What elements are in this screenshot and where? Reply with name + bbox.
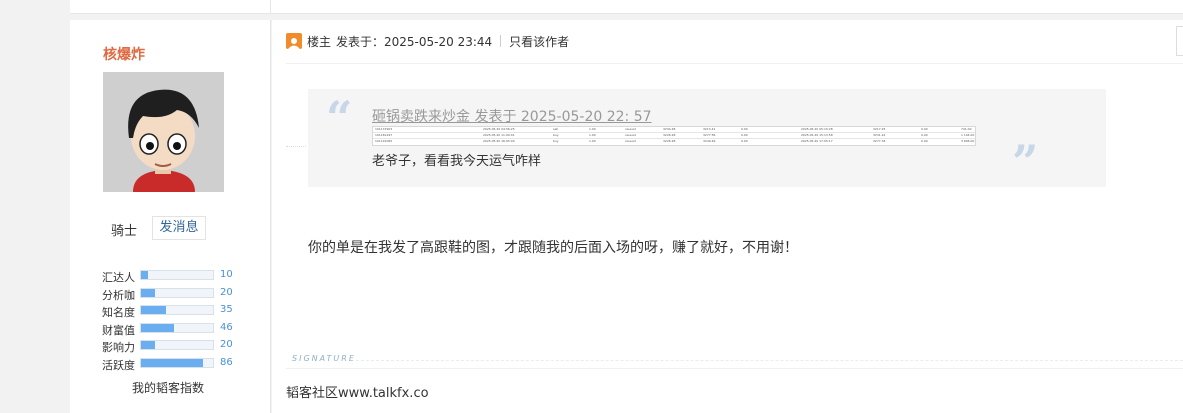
table-row: 101191065 2025.05.20 16:05:00 buy 1.00 xauus… xyxy=(373,139,975,145)
table-cell: sell xyxy=(553,127,559,131)
author-username[interactable]: 核爆炸 xyxy=(103,44,145,64)
table-cell: 3226.28 xyxy=(663,139,676,143)
quote-source-link[interactable]: 砸锅卖跌来炒金 发表于 2025-05-20 22: 57 xyxy=(372,106,652,126)
user-stats: 汇达人 10 分析咖 20 知名度 35 财富值 46 影响力 20 活跃度 86 xyxy=(102,267,272,373)
forum-post-page: 核爆炸 骑士 发消息 汇达人 10 分析咖 20 知名度 35 财富值 46 影响力 20 xyxy=(0,0,1183,413)
stat-label: 分析咖 xyxy=(102,288,135,302)
send-message-button[interactable]: 发消息 xyxy=(152,216,206,240)
stat-row: 财富值 46 xyxy=(102,320,272,338)
stat-bar xyxy=(140,322,214,333)
post-role: 楼主 xyxy=(307,34,332,49)
table-cell: 0.00 xyxy=(741,139,748,143)
blog-index-link[interactable]: 我的韬客指数 xyxy=(132,379,204,396)
quote-text: 老爷子，看看我今天运气咋样 xyxy=(372,154,542,169)
stat-label: 财富值 xyxy=(102,323,135,337)
post-side-button[interactable] xyxy=(1176,26,1183,56)
author-sidebar: 核爆炸 骑士 发消息 汇达人 10 分析咖 20 知名度 35 财富值 46 影响力 20 xyxy=(70,20,271,413)
table-cell: 3231.22 xyxy=(873,133,886,137)
stat-bar xyxy=(140,340,214,351)
stat-row: 知名度 35 xyxy=(102,302,272,320)
stat-row: 活跃度 86 xyxy=(102,355,272,373)
table-cell: 2025.05.20 17:05:17 xyxy=(801,139,833,143)
table-cell: 0.00 xyxy=(921,133,928,137)
post-content: 楼主 发表于：2025-05-20 23:44 只看该作者 “ ” 砸锅卖跌来炒… xyxy=(272,20,1183,413)
stat-label: 影响力 xyxy=(102,341,135,355)
stat-bar-fill xyxy=(141,288,156,297)
table-cell: 2025.05.20 04:56:25 xyxy=(483,127,515,131)
table-cell: 0.00 xyxy=(741,127,748,131)
divider xyxy=(286,63,1183,64)
divider xyxy=(286,368,1183,369)
stat-bar xyxy=(140,357,214,368)
stat-bar-fill xyxy=(141,271,149,279)
table-cell: 101181297 xyxy=(375,133,393,137)
table-cell: 2025.05.20 15:13:58 xyxy=(801,133,833,137)
stat-bar xyxy=(140,270,214,280)
stat-value: 46 xyxy=(220,321,233,333)
stat-label: 汇达人 xyxy=(102,271,135,284)
table-cell: 2025.05.20 16:05:00 xyxy=(483,139,515,143)
table-cell: 3277.56 xyxy=(703,133,716,137)
stat-bar-fill xyxy=(141,358,203,367)
stat-value: 10 xyxy=(220,269,233,280)
user-rank: 骑士 xyxy=(111,224,138,239)
divider xyxy=(356,360,1183,361)
table-cell: 741.00 xyxy=(961,127,972,131)
table-cell: 101172903 xyxy=(375,127,393,131)
table-cell: 2025.05.20 05:10:28 xyxy=(801,127,833,131)
stat-bar-fill xyxy=(141,306,167,315)
divider xyxy=(270,0,271,14)
quoted-trade-table: 101172903 2025.05.20 04:56:25 sell 1.00 xauu… xyxy=(372,126,976,146)
post-timestamp: 发表于：2025-05-20 23:44 xyxy=(336,34,493,49)
previous-post-bottom xyxy=(70,0,1183,14)
divider xyxy=(500,35,502,47)
close-quote-icon: ” xyxy=(1012,135,1039,189)
table-cell: buy xyxy=(553,133,559,137)
stat-value: 35 xyxy=(220,304,233,316)
open-quote-icon: “ xyxy=(326,91,353,145)
table-cell: 1.00 xyxy=(589,127,596,131)
post-header: 楼主 发表于：2025-05-20 23:44 只看该作者 xyxy=(286,32,569,50)
table-cell: 0.00 xyxy=(921,127,928,131)
stat-row: 影响力 20 xyxy=(102,337,272,355)
avatar[interactable] xyxy=(103,72,224,192)
divider xyxy=(286,146,306,147)
table-cell: 101191065 xyxy=(375,139,393,143)
stat-label: 知名度 xyxy=(102,306,135,320)
stat-bar-fill xyxy=(141,341,156,350)
table-cell: 3213.41 xyxy=(703,127,716,131)
stat-value: 20 xyxy=(220,339,233,351)
table-cell: 1.00 xyxy=(589,133,596,137)
table-cell: xauusd xyxy=(625,139,636,143)
table-cell: xauusd xyxy=(625,133,636,137)
reply-text: 你的单是在我发了高跟鞋的图，才跟随我的后面入场的呀，赚了就好，不用谢！ xyxy=(308,240,798,256)
table-cell: xauusd xyxy=(625,127,636,131)
table-cell: 0.00 xyxy=(921,139,928,143)
stat-bar-fill xyxy=(141,323,175,332)
table-cell: 3277.34 xyxy=(873,139,886,143)
stat-bar xyxy=(140,287,214,298)
quote-block: “ ” 砸锅卖跌来炒金 发表于 2025-05-20 22: 57 101172… xyxy=(308,89,1106,189)
table-cell: 3226.26 xyxy=(663,133,676,137)
table-cell: buy xyxy=(553,139,559,143)
stat-label: 活跃度 xyxy=(102,358,135,372)
stat-value: 20 xyxy=(220,286,233,298)
table-cell: 3217.25 xyxy=(873,127,886,131)
signature-label: SIGNATURE xyxy=(292,354,356,363)
table-cell: 2025.05.20 11:00:41 xyxy=(483,133,515,137)
only-author-link[interactable]: 只看该作者 xyxy=(509,33,569,50)
stat-bar xyxy=(140,305,214,316)
user-icon xyxy=(286,33,302,49)
cartoon-avatar-icon xyxy=(103,72,224,192)
stat-row: 分析咖 20 xyxy=(102,285,272,303)
table-cell: 0.00 xyxy=(741,133,748,137)
table-cell: 3 696.00 xyxy=(961,139,975,143)
table-cell: 3249.49 xyxy=(703,139,716,143)
stat-value: 86 xyxy=(220,356,233,368)
signature-text: 韬客社区www.talkfx.co xyxy=(286,386,429,401)
table-cell: 1 104.00 xyxy=(961,133,975,137)
table-cell: 1.00 xyxy=(589,139,596,143)
stat-row: 汇达人 10 xyxy=(102,267,272,285)
table-cell: 3234.48 xyxy=(663,127,676,131)
